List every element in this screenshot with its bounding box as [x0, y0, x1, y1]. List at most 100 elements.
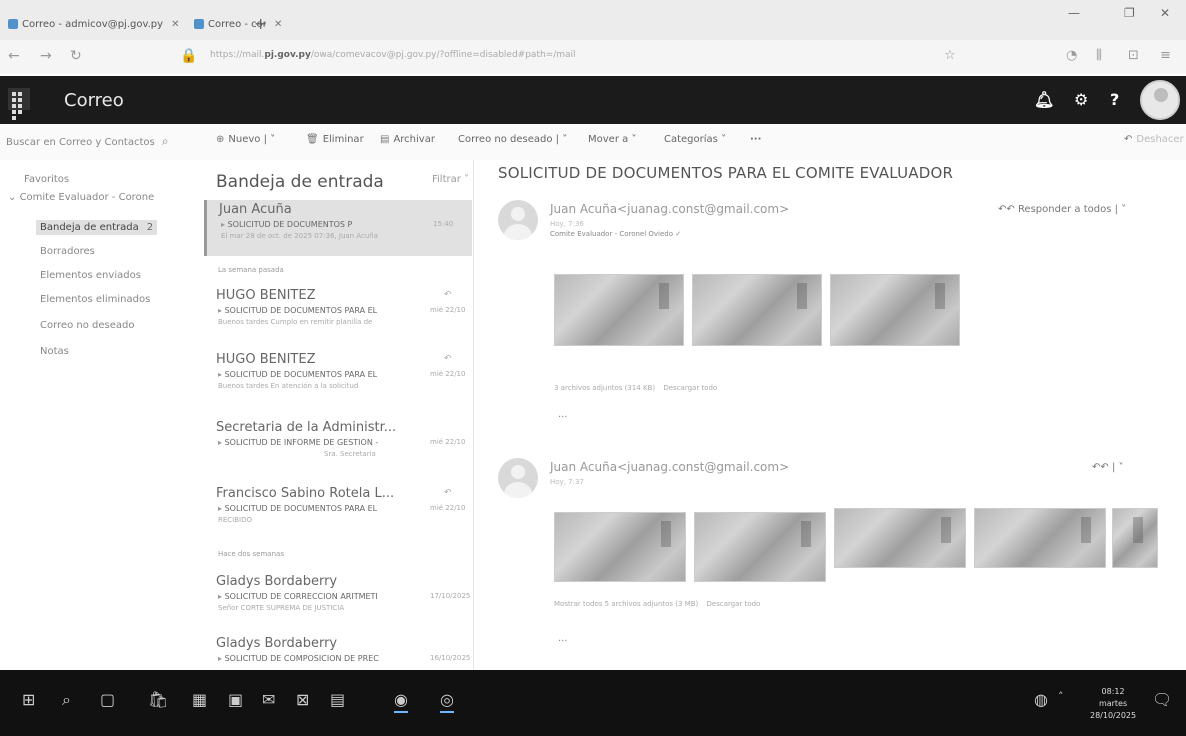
- new-button[interactable]: ⊕ Nuevo | ˅: [216, 134, 275, 145]
- message-preview: Buenos tardes En atención a la solicitud: [218, 382, 359, 390]
- attachment-thumbnail[interactable]: [694, 512, 826, 582]
- search-input[interactable]: Buscar en Correo y Contactos: [6, 137, 155, 148]
- archive-button[interactable]: ▤ Archivar: [380, 134, 435, 145]
- show-more-icon[interactable]: ···: [558, 412, 568, 423]
- message-item[interactable]: Secretaria de la Administr... SOLICITUD …: [204, 418, 472, 472]
- mail-icon[interactable]: ✉: [262, 690, 275, 709]
- reader-icon[interactable]: ⊡: [1128, 48, 1139, 63]
- help-icon[interactable]: ?: [1110, 90, 1119, 109]
- outlook-favicon-icon: [194, 19, 204, 29]
- close-tab-icon[interactable]: ✕: [274, 19, 282, 30]
- refresh-icon[interactable]: ↻: [70, 48, 82, 64]
- gear-icon[interactable]: ⚙: [1074, 90, 1088, 109]
- more-button[interactable]: ···: [750, 134, 761, 145]
- close-window-icon[interactable]: ✕: [1160, 6, 1170, 20]
- search-box[interactable]: Buscar en Correo y Contactos ⌕: [6, 134, 169, 149]
- categories-button[interactable]: Categorías ˅: [664, 134, 726, 145]
- circle-app-icon[interactable]: ◎: [440, 690, 454, 713]
- message-from: Francisco Sabino Rotela L...: [216, 486, 395, 501]
- sender[interactable]: Juan Acuña<juanag.const@gmail.com>: [550, 202, 789, 216]
- news-icon[interactable]: ▣: [228, 690, 243, 709]
- reply-all-button[interactable]: ↶↶ Responder a todos | ˅: [998, 204, 1126, 215]
- store-icon[interactable]: 🛍︎: [148, 690, 168, 709]
- reply-button[interactable]: ↶↶ | ˅: [1092, 462, 1124, 473]
- windows-start-icon[interactable]: ⊞: [22, 690, 35, 709]
- message-item[interactable]: Gladys Bordaberry SOLICITUD DE CORRECCIO…: [204, 572, 472, 626]
- address-bar[interactable]: https://mail.pj.gov.py/owa/comevacov@pj.…: [210, 50, 910, 60]
- move-label: Mover a: [588, 134, 629, 145]
- message-item[interactable]: HUGO BENITEZ ↶ SOLICITUD DE DOCUMENTOS P…: [204, 286, 472, 340]
- action-center-icon[interactable]: 🗨︎: [1152, 690, 1172, 709]
- message-from: Gladys Bordaberry: [216, 636, 338, 651]
- message-subject: SOLICITUD DE DOCUMENTOS PARA EL: [218, 504, 418, 513]
- library-icon[interactable]: ⫼: [1096, 48, 1102, 63]
- attachment-thumbnail[interactable]: [830, 274, 960, 346]
- bell-icon[interactable]: 🔔︎: [1034, 90, 1054, 109]
- account-folder[interactable]: ⌄ Comite Evaluador - Corone: [8, 192, 154, 203]
- attachment-thumbnail[interactable]: [692, 274, 822, 346]
- browser-icon[interactable]: ◉: [394, 690, 408, 713]
- reply-all-icon: ↶↶: [998, 204, 1018, 215]
- delete-button[interactable]: 🗑︎ Eliminar: [306, 134, 364, 145]
- message-item[interactable]: Gladys Bordaberry SOLICITUD DE COMPOSICI…: [204, 634, 472, 668]
- plus-icon: ⊕: [216, 134, 225, 145]
- folder-deleted[interactable]: Elementos eliminados: [40, 294, 150, 305]
- download-all-link[interactable]: Descargar todo: [707, 600, 761, 608]
- shield-icon[interactable]: ◔: [1066, 48, 1077, 63]
- folder-notes[interactable]: Notas: [40, 346, 69, 357]
- sender-avatar-icon: [498, 200, 538, 240]
- folder-label: Bandeja de entrada: [40, 222, 139, 233]
- folder-inbox[interactable]: Bandeja de entrada 2: [36, 220, 158, 235]
- undo-button[interactable]: ↶ Deshacer: [1124, 134, 1184, 145]
- download-all-link[interactable]: Descargar todo: [663, 384, 717, 392]
- chevron-up-icon[interactable]: ˄: [1058, 690, 1064, 703]
- system-clock[interactable]: 08:12 martes 28/10/2025: [1090, 686, 1136, 722]
- notification-area-icon[interactable]: ◍: [1034, 690, 1048, 709]
- message-subject: SOLICITUD DE INFORME DE GESTION -: [218, 438, 418, 447]
- minimize-icon[interactable]: —: [1068, 6, 1080, 20]
- app-launcher-icon[interactable]: [8, 88, 30, 120]
- new-tab-icon[interactable]: +: [254, 14, 267, 33]
- maximize-icon[interactable]: ❐: [1124, 6, 1135, 20]
- favorites-header[interactable]: Favoritos: [24, 174, 69, 185]
- message-preview: El mar 28 de oct. de 2025 07:36, Juan Ac…: [221, 232, 379, 240]
- collapse-icon[interactable]: ⌄: [8, 192, 20, 203]
- attachment-thumbnail[interactable]: [1112, 508, 1158, 568]
- browser-tab-comevacov[interactable]: Correo - comevacov@pj.gov.py ✕: [194, 12, 282, 36]
- favorite-star-icon[interactable]: ☆: [944, 48, 956, 63]
- replied-icon: ↶: [444, 488, 452, 498]
- task-view-icon[interactable]: ▢: [100, 690, 115, 709]
- attachment-thumbnail[interactable]: [974, 508, 1106, 568]
- folder-icon[interactable]: ▦: [192, 690, 207, 709]
- trash-icon: 🗑︎: [306, 134, 319, 145]
- message-from: Juan Acuña: [219, 202, 292, 217]
- move-button[interactable]: Mover a ˅: [588, 134, 636, 145]
- message-item[interactable]: HUGO BENITEZ ↶ SOLICITUD DE DOCUMENTOS P…: [204, 350, 472, 404]
- junk-button[interactable]: Correo no deseado | ˅: [458, 134, 567, 145]
- show-more-icon[interactable]: ···: [558, 636, 568, 647]
- folder-sent[interactable]: Elementos enviados: [40, 270, 141, 281]
- attachment-thumbnail[interactable]: [554, 512, 686, 582]
- attachment-thumbnail[interactable]: [554, 274, 684, 346]
- close-tab-icon[interactable]: ✕: [171, 19, 179, 30]
- folder-drafts[interactable]: Borradores: [40, 246, 95, 257]
- filter-button[interactable]: Filtrar ˅: [432, 174, 469, 185]
- message-item[interactable]: Francisco Sabino Rotela L... ↶ SOLICITUD…: [204, 484, 472, 538]
- message-date: mié 22/10: [430, 370, 466, 378]
- forward-icon[interactable]: →: [40, 48, 52, 64]
- folder-junk[interactable]: Correo no deseado: [40, 320, 134, 331]
- excel-icon[interactable]: ⊠: [296, 690, 309, 709]
- delete-label: Eliminar: [322, 134, 364, 145]
- menu-icon[interactable]: ≡: [1160, 48, 1171, 63]
- search-icon[interactable]: ⌕: [62, 690, 71, 710]
- attachment-thumbnail[interactable]: [834, 508, 966, 568]
- browser-tab-admicov[interactable]: Correo - admicov@pj.gov.py ✕: [8, 12, 179, 36]
- back-icon[interactable]: ←: [8, 48, 20, 64]
- avatar[interactable]: [1140, 80, 1180, 120]
- search-icon[interactable]: ⌕: [162, 134, 169, 148]
- command-bar: Buscar en Correo y Contactos ⌕ ⊕ Nuevo | …: [0, 124, 1186, 160]
- message-item[interactable]: Juan Acuña SOLICITUD DE DOCUMENTOS P 15:…: [204, 200, 472, 256]
- new-label: Nuevo: [228, 134, 261, 145]
- word-icon[interactable]: ▤: [330, 690, 345, 709]
- sender[interactable]: Juan Acuña<juanag.const@gmail.com>: [550, 460, 789, 474]
